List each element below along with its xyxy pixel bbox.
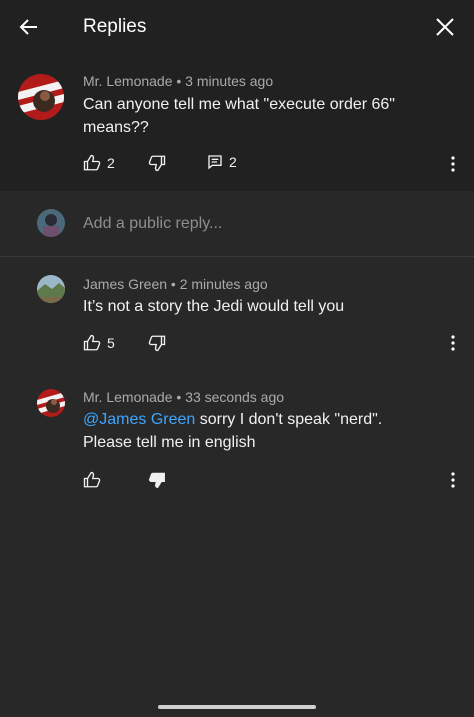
thumb-down-icon — [148, 155, 166, 172]
close-icon[interactable] — [428, 10, 462, 44]
comment-text: @James Green sorry I don't speak "nerd".… — [83, 408, 433, 454]
more-vert-icon[interactable] — [443, 152, 463, 176]
arrow-left-icon[interactable] — [12, 10, 46, 44]
more-vert-icon[interactable] — [443, 468, 463, 492]
like-button[interactable] — [83, 471, 101, 489]
comment-icon — [208, 155, 222, 170]
dislike-button[interactable] — [148, 471, 166, 489]
reply-input[interactable]: Add a public reply... — [83, 215, 222, 233]
comment-meta: Mr. Lemonade • 3 minutes ago — [83, 73, 274, 89]
like-count: 2 — [107, 155, 115, 171]
mention-link[interactable]: @James Green — [83, 411, 195, 428]
comment-text: Can anyone tell me what "execute order 6… — [83, 96, 395, 136]
avatar — [37, 209, 65, 237]
home-indicator[interactable] — [158, 705, 316, 709]
divider — [0, 256, 474, 257]
thumb-down-icon — [148, 335, 166, 352]
comment-meta: Mr. Lemonade • 33 seconds ago — [83, 389, 285, 405]
page-title: Replies — [83, 16, 147, 37]
reply-count: 2 — [229, 154, 237, 170]
like-button[interactable]: 2 — [83, 154, 115, 172]
thumb-up-icon — [83, 471, 101, 488]
thumb-up-icon — [83, 154, 101, 171]
dislike-button[interactable] — [148, 334, 166, 352]
thumb-up-icon — [83, 334, 101, 351]
avatar[interactable] — [37, 275, 65, 303]
comment-text: It’s not a story the Jedi would tell you — [83, 298, 345, 315]
top-bar: Replies — [0, 0, 474, 54]
avatar[interactable] — [18, 74, 64, 120]
comment-meta: James Green • 2 minutes ago — [83, 276, 268, 292]
reply-input-row — [0, 191, 474, 257]
thumb-down-filled-icon — [148, 472, 165, 488]
replies-button[interactable]: 2 — [207, 154, 237, 170]
avatar[interactable] — [37, 389, 65, 417]
parent-comment: Mr. Lemonade • 3 minutes ago Can anyone … — [0, 54, 474, 191]
like-button[interactable]: 5 — [83, 334, 115, 352]
more-vert-icon[interactable] — [443, 331, 463, 355]
like-count: 5 — [107, 335, 115, 351]
dislike-button[interactable] — [148, 154, 166, 172]
